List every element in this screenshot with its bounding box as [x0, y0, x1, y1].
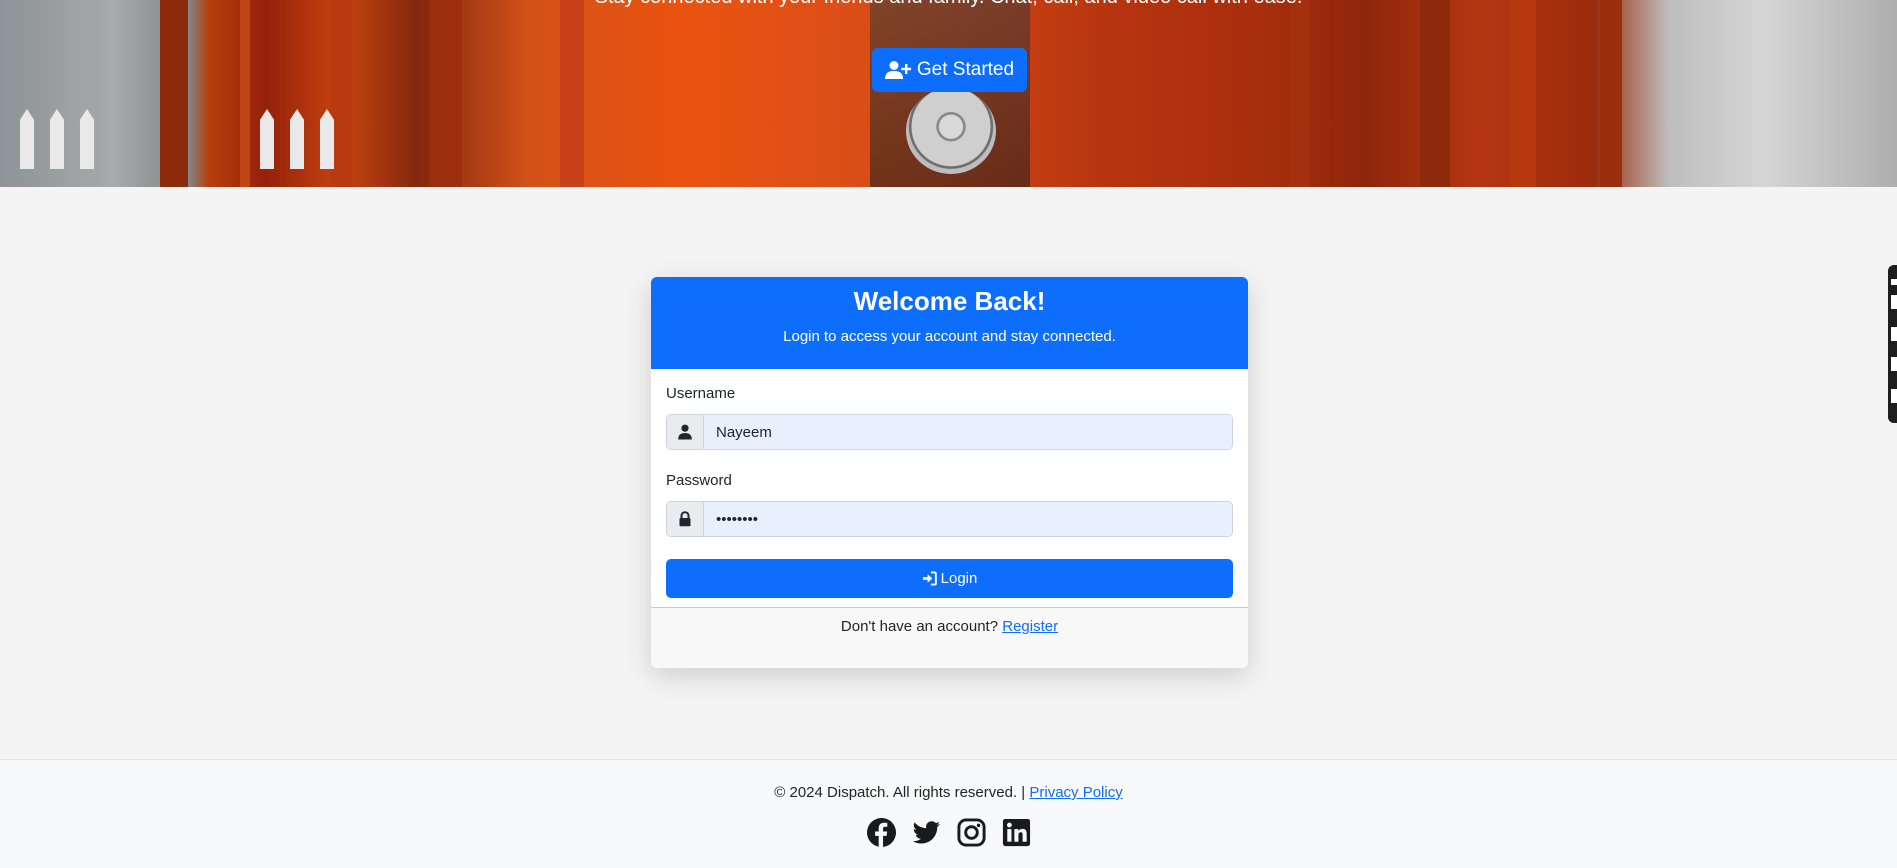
side-widget-item[interactable]: [1891, 389, 1897, 403]
username-label: Username: [666, 385, 736, 402]
hero-fence: [80, 109, 94, 169]
side-widget-item[interactable]: [1891, 357, 1897, 371]
hero-frame-bar: [1600, 0, 1622, 187]
hero-fence: [320, 109, 334, 169]
login-form: Username Password: [651, 369, 1248, 607]
footer-copyright-line: © 2024 Dispatch. All rights reserved. | …: [0, 784, 1897, 801]
hero-frame-bar: [560, 0, 584, 187]
user-icon: [678, 424, 692, 440]
username-input[interactable]: [704, 415, 1232, 449]
social-links: [0, 817, 1897, 848]
get-started-label: Get Started: [916, 59, 1015, 80]
hero-fence: [20, 109, 34, 169]
hero-tagline: Stay connected with your friends and fam…: [0, 0, 1897, 9]
side-widget-panel[interactable]: [1888, 265, 1897, 423]
password-input[interactable]: [704, 502, 1232, 536]
register-link[interactable]: Register: [1002, 618, 1058, 635]
page-footer: © 2024 Dispatch. All rights reserved. | …: [0, 759, 1897, 868]
hero-banner: Stay connected with your friends and fam…: [0, 0, 1897, 187]
hero-fence: [290, 109, 304, 169]
facebook-icon[interactable]: [866, 817, 897, 848]
linkedin-icon[interactable]: [1001, 817, 1032, 848]
twitter-icon[interactable]: [911, 817, 942, 848]
login-card-footer: Don't have an account? Register: [651, 607, 1248, 668]
login-title: Welcome Back!: [853, 286, 1046, 316]
side-widget-item[interactable]: [1891, 327, 1897, 341]
login-subtitle: Login to access your account and stay co…: [783, 328, 1116, 345]
no-account-text: Don't have an account?: [840, 618, 999, 635]
login-card-header: Welcome Back! Login to access your accou…: [651, 277, 1248, 369]
lock-icon: [679, 511, 691, 527]
login-button[interactable]: Login: [666, 559, 1233, 598]
side-widget-item[interactable]: [1891, 295, 1897, 309]
lock-icon-addon: [667, 502, 704, 536]
hero-frame-bar: [1420, 0, 1450, 187]
hero-fence: [260, 109, 274, 169]
hero-frame-bar: [1510, 0, 1536, 187]
hero-fence: [50, 109, 64, 169]
copyright-text: © 2024 Dispatch. All rights reserved. |: [774, 784, 1026, 801]
password-input-group: [666, 501, 1233, 537]
login-card: Welcome Back! Login to access your accou…: [651, 277, 1248, 668]
password-label: Password: [666, 472, 732, 489]
username-input-group: [666, 414, 1233, 450]
instagram-icon[interactable]: [956, 817, 987, 848]
get-started-button[interactable]: Get Started: [872, 48, 1027, 92]
user-icon-addon: [667, 415, 704, 449]
login-button-label: Login: [940, 570, 978, 587]
rotary-dial-image: [906, 88, 996, 174]
side-widget-item[interactable]: [1891, 279, 1897, 285]
privacy-policy-link[interactable]: Privacy Policy: [1029, 784, 1122, 801]
user-plus-icon: [884, 61, 911, 79]
sign-in-icon: [922, 571, 937, 586]
hero-frame-bar: [430, 0, 462, 187]
hero-frame-bar: [240, 0, 250, 187]
hero-frame-bar: [1290, 0, 1310, 187]
hero-frame-bar: [160, 0, 188, 187]
